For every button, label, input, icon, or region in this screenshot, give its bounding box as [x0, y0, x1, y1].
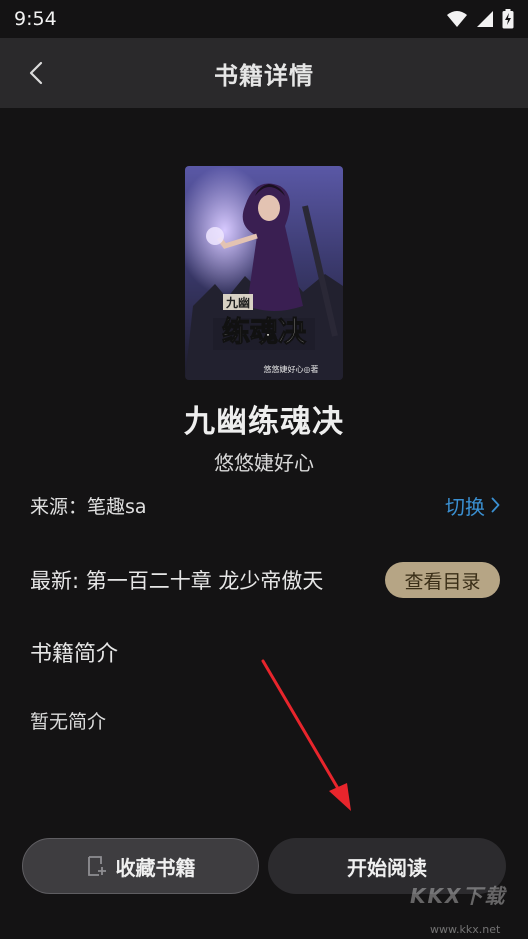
cover-stamp-text: 九幽: [225, 295, 250, 310]
watermark-url: www.kkx.net: [430, 923, 501, 936]
battery-charging-icon: [502, 9, 514, 29]
intro-text: 暂无简介: [30, 711, 107, 733]
add-to-bookshelf-button[interactable]: 收藏书籍: [22, 838, 259, 894]
start-reading-label: 开始阅读: [347, 855, 427, 880]
book-cover: 练魂决 九幽 悠悠婕好心◎著: [185, 166, 343, 380]
book-title: 九幽练魂决: [184, 404, 344, 440]
chevron-left-icon: [29, 61, 43, 85]
system-icons: [446, 9, 514, 29]
switch-source-label: 切换: [445, 494, 485, 519]
page-title: 书籍详情: [214, 61, 314, 90]
annotation-arrow: [261, 659, 351, 811]
cellular-signal-icon: [477, 11, 493, 27]
status-bar: 9:54: [0, 0, 528, 38]
favorite-label: 收藏书籍: [115, 855, 196, 880]
switch-source-link[interactable]: 切换: [445, 491, 500, 520]
source-label: 来源：笔趣sa: [30, 495, 147, 518]
source-row: 来源：笔趣sa 切换: [30, 490, 500, 520]
cover-title-text: 练魂决: [222, 315, 306, 348]
status-time: 9:54: [14, 8, 57, 30]
latest-chapter-row: 最新: 第一百二十章 龙少帝傲天 查看目录: [30, 560, 500, 600]
view-toc-button[interactable]: 查看目录: [385, 562, 500, 598]
cover-author-text: 悠悠婕好心◎著: [264, 364, 319, 374]
back-button[interactable]: [18, 55, 54, 91]
bookshelf-add-icon: [87, 856, 106, 876]
wifi-icon: [447, 11, 467, 27]
book-author: 悠悠婕好心: [214, 451, 314, 475]
app-bar: 书籍详情: [0, 38, 528, 108]
latest-chapter-label[interactable]: 最新: 第一百二十章 龙少帝傲天: [30, 565, 323, 595]
chevron-right-icon: [491, 497, 500, 513]
book-cover-art: 练魂决 九幽 悠悠婕好心◎著: [185, 166, 343, 380]
intro-heading: 书籍简介: [30, 642, 119, 667]
watermark-logo: KKX下载: [410, 884, 507, 908]
